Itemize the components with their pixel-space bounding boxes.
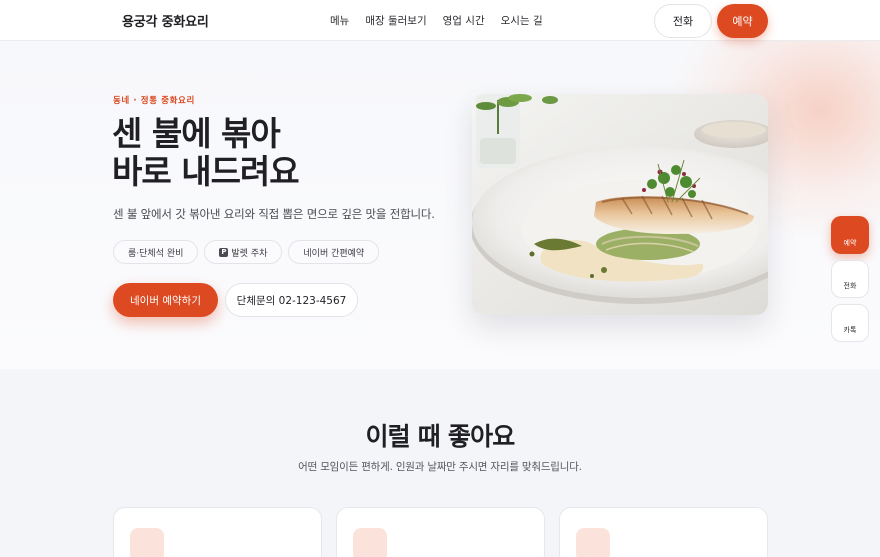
nav-link-store-tour[interactable]: 매장 둘러보기 (365, 13, 426, 28)
floating-call-button[interactable]: 전화 (831, 260, 869, 298)
group-inquiry-button[interactable]: 단체문의 02-123-4567 (225, 283, 358, 317)
hero-title: 센 불에 볶아 바로 내드려요 (112, 114, 300, 191)
naver-reserve-button[interactable]: 네이버 예약하기 (113, 283, 218, 317)
occasion-icon (353, 528, 387, 557)
chip-private-rooms: 룸·단체석 완비 (113, 240, 199, 264)
occasion-card[interactable] (336, 507, 545, 557)
occasion-card[interactable] (559, 507, 768, 557)
top-nav: 용궁각 중화요리 메뉴 매장 둘러보기 영업 시간 오시는 길 전화 예약 (0, 0, 880, 41)
nav-reserve-button[interactable]: 예약 (717, 4, 768, 38)
hero-food-photo (472, 94, 768, 315)
occasions-section: 이럴 때 좋아요 어떤 모임이든 편하게. 인원과 날짜만 주시면 자리를 맞춰… (0, 369, 880, 557)
section-subtitle: 어떤 모임이든 편하게. 인원과 날짜만 주시면 자리를 맞춰드립니다. (298, 461, 582, 473)
floating-reserve-button[interactable]: 예약 (831, 216, 869, 254)
occasion-icon (130, 528, 164, 557)
hero-eyebrow: 동네 · 정통 중화요리 (113, 96, 195, 106)
occasion-icon (576, 528, 610, 557)
floating-kakao-button[interactable]: 카톡 (831, 304, 869, 342)
nav-link-menu[interactable]: 메뉴 (330, 13, 349, 28)
parking-icon: P (219, 247, 229, 257)
occasion-card[interactable] (113, 507, 322, 557)
chip-label: 룸·단체석 완비 (128, 248, 184, 259)
feature-chips: 룸·단체석 완비 P 발렛 주차 네이버 간편예약 (113, 240, 380, 264)
nav-call-button[interactable]: 전화 (654, 4, 712, 38)
chip-label: 발렛 주차 (231, 248, 268, 259)
chip-valet-parking: P 발렛 주차 (204, 240, 283, 264)
hero-title-line-2: 바로 내드려요 (112, 152, 300, 191)
chip-naver-booking: 네이버 간편예약 (288, 240, 380, 264)
nav-links: 메뉴 매장 둘러보기 영업 시간 오시는 길 (330, 13, 543, 28)
nav-link-hours[interactable]: 영업 시간 (443, 13, 485, 28)
nav-link-directions[interactable]: 오시는 길 (501, 13, 543, 28)
hero-section: 동네 · 정통 중화요리 센 불에 볶아 바로 내드려요 센 불 앞에서 갓 볶… (0, 41, 880, 369)
hero-subtitle: 센 불 앞에서 갓 볶아낸 요리와 직접 뽑은 면으로 깊은 맛을 전합니다. (113, 207, 435, 221)
chip-label: 네이버 간편예약 (303, 248, 365, 259)
section-title: 이럴 때 좋아요 (365, 422, 515, 451)
hero-title-line-1: 센 불에 볶아 (112, 114, 281, 153)
brand-logo-text[interactable]: 용궁각 중화요리 (122, 11, 209, 30)
